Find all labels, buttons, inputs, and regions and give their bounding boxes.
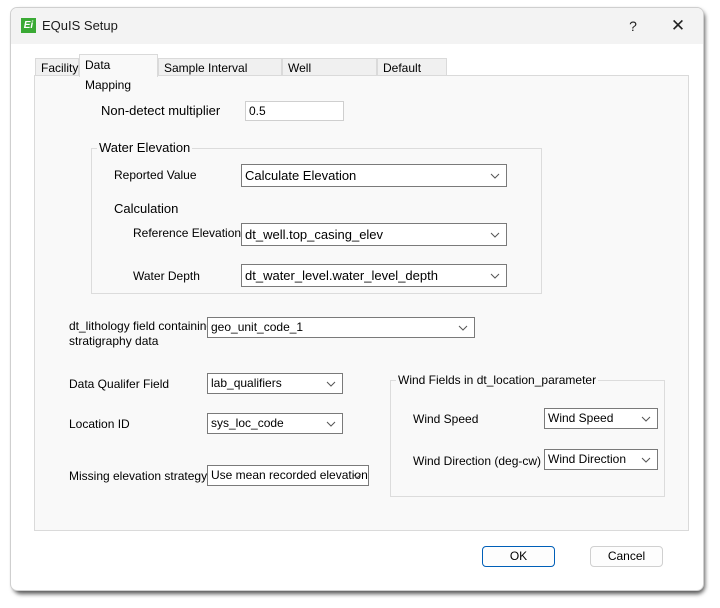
- reported-value-dropdown[interactable]: Calculate Elevation: [241, 164, 507, 187]
- chevron-down-icon: [458, 318, 468, 337]
- data-qualifier-label: Data Qualifer Field: [69, 377, 170, 391]
- location-id-label: Location ID: [69, 417, 130, 431]
- window-title: EQuIS Setup: [42, 18, 118, 33]
- calculation-title: Calculation: [114, 201, 179, 216]
- wind-speed-selected: Wind Speed: [548, 411, 614, 425]
- lithology-label-line2: stratigraphy data: [69, 334, 159, 348]
- location-id-selected: sys_loc_code: [211, 416, 284, 430]
- ok-button[interactable]: OK: [482, 546, 555, 567]
- wind-speed-dropdown[interactable]: Wind Speed: [544, 408, 658, 429]
- equis-setup-dialog: Ei EQuIS Setup ? ✕ Facility Data Mapping…: [10, 7, 704, 591]
- chevron-down-icon: [352, 466, 362, 485]
- chevron-down-icon: [641, 450, 651, 469]
- close-icon: ✕: [670, 16, 686, 35]
- non-detect-label: Non-detect multiplier: [101, 103, 221, 118]
- tab-sample-interval-horizon[interactable]: Sample Interval Horizon: [158, 58, 282, 93]
- water-depth-selected: dt_water_level.water_level_depth: [245, 268, 438, 283]
- chevron-down-icon: [326, 374, 336, 393]
- wind-direction-label: Wind Direction (deg-cw): [413, 454, 542, 468]
- chevron-down-icon: [490, 165, 500, 186]
- lithology-label-line1: dt_lithology field containing: [69, 319, 214, 333]
- data-qualifier-dropdown[interactable]: lab_qualifiers: [207, 373, 343, 394]
- tab-facility[interactable]: Facility: [35, 58, 79, 76]
- missing-elevation-label: Missing elevation strategy: [69, 469, 208, 483]
- wind-fields-group: [390, 380, 665, 497]
- tab-well-construction[interactable]: Well Construction: [282, 58, 377, 93]
- reference-elevation-dropdown[interactable]: dt_well.top_casing_elev: [241, 223, 507, 246]
- tab-default-units[interactable]: Default Units: [377, 58, 447, 93]
- tab-data-mapping[interactable]: Data Mapping: [79, 54, 158, 92]
- wind-speed-label: Wind Speed: [413, 412, 479, 426]
- water-elevation-group-title: Water Elevation: [97, 140, 193, 155]
- equis-app-icon: Ei: [21, 18, 36, 33]
- missing-elevation-dropdown[interactable]: Use mean recorded elevation: [207, 465, 369, 486]
- wind-direction-selected: Wind Direction: [548, 452, 627, 466]
- title-bar: Ei EQuIS Setup ? ✕: [11, 8, 703, 44]
- reported-value-selected: Calculate Elevation: [245, 168, 357, 183]
- wind-direction-dropdown[interactable]: Wind Direction: [544, 449, 658, 470]
- chevron-down-icon: [490, 265, 500, 286]
- water-depth-dropdown[interactable]: dt_water_level.water_level_depth: [241, 264, 507, 287]
- chevron-down-icon: [326, 414, 336, 433]
- close-button[interactable]: ✕: [661, 12, 695, 40]
- missing-elevation-selected: Use mean recorded elevation: [211, 468, 368, 482]
- reference-elevation-selected: dt_well.top_casing_elev: [245, 227, 384, 242]
- water-depth-label: Water Depth: [133, 269, 200, 283]
- data-mapping-panel: Non-detect multiplier 0.5 Water Elevatio…: [34, 75, 689, 531]
- data-qualifier-selected: lab_qualifiers: [211, 376, 282, 390]
- chevron-down-icon: [490, 224, 500, 245]
- lithology-field-selected: geo_unit_code_1: [211, 320, 304, 334]
- non-detect-multiplier-input[interactable]: 0.5: [245, 101, 344, 121]
- help-button[interactable]: ?: [617, 12, 649, 40]
- wind-fields-group-title: Wind Fields in dt_location_parameter: [396, 373, 599, 387]
- cancel-button[interactable]: Cancel: [590, 546, 663, 567]
- reported-value-label: Reported Value: [114, 168, 197, 182]
- reference-elevation-label: Reference Elevation: [133, 226, 242, 240]
- location-id-dropdown[interactable]: sys_loc_code: [207, 413, 343, 434]
- lithology-field-dropdown[interactable]: geo_unit_code_1: [207, 317, 475, 338]
- chevron-down-icon: [641, 409, 651, 428]
